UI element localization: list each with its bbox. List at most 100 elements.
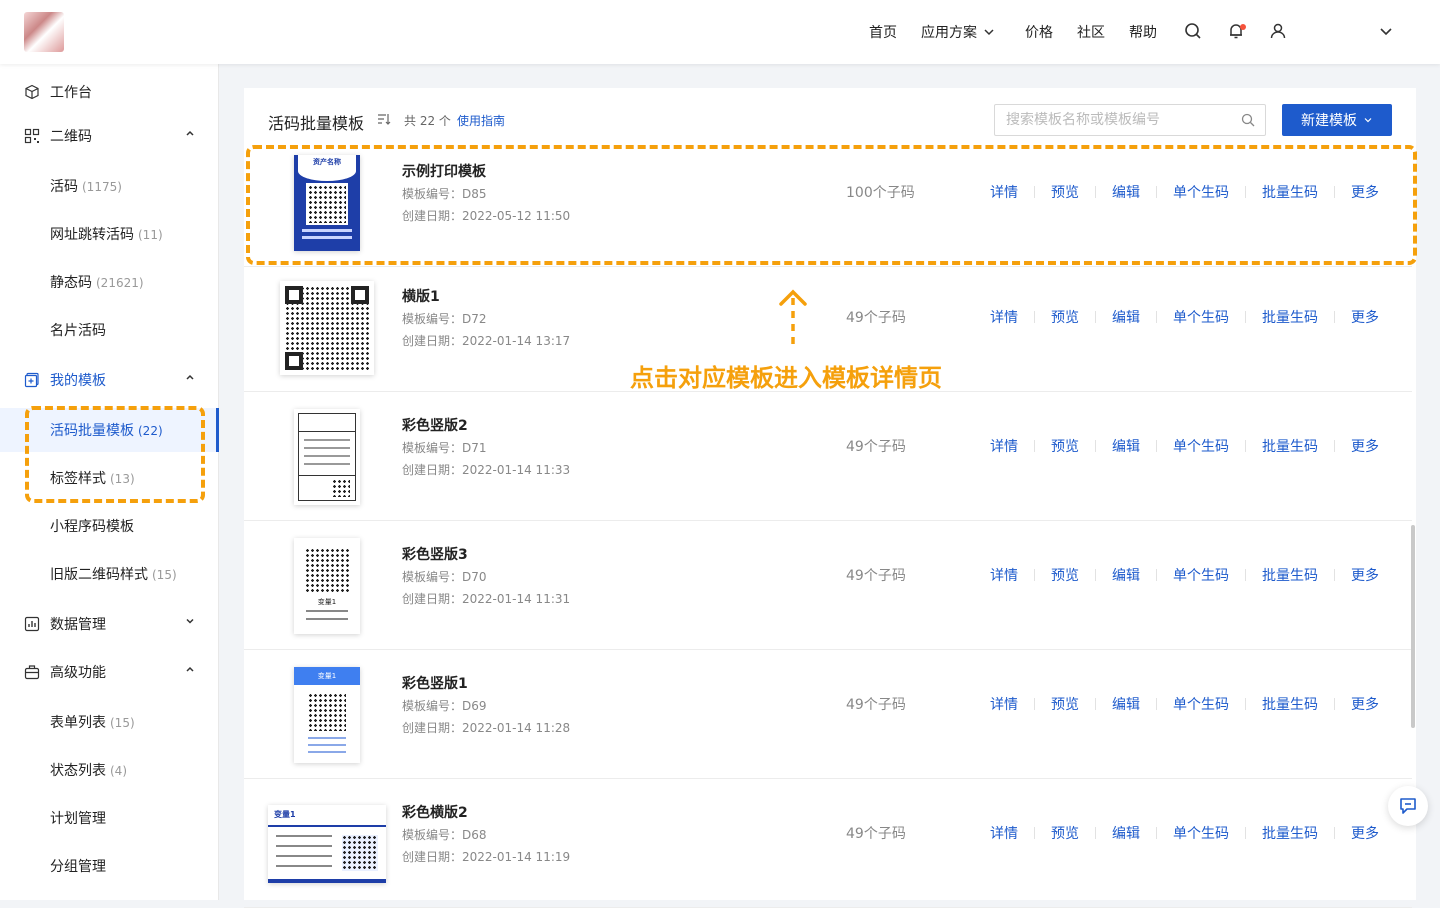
sidebar-item-qrcode[interactable]: 二维码 (0, 114, 219, 158)
preview-link[interactable]: 预览 (1051, 565, 1079, 585)
nav-pricing[interactable]: 价格 (1025, 22, 1053, 42)
template-thumbnail[interactable]: 变量1 (268, 805, 386, 883)
single-generate-link[interactable]: 单个生码 (1173, 307, 1229, 327)
sidebar-item-data-mgmt[interactable]: 数据管理 (0, 602, 219, 646)
detail-link[interactable]: 详情 (990, 307, 1018, 327)
sidebar-item-form-list[interactable]: 表单列表 (15) (0, 700, 219, 744)
single-generate-link[interactable]: 单个生码 (1173, 823, 1229, 843)
sidebar-item-label: 名片活码 (50, 323, 106, 339)
template-name: 彩色竖版2 (402, 418, 468, 434)
single-generate-link[interactable]: 单个生码 (1173, 436, 1229, 456)
active-indicator (216, 408, 219, 452)
table-row[interactable]: 彩色竖版2 模板编号：D71 创建日期：2022-01-14 11:33 49个… (244, 392, 1412, 521)
batch-generate-link[interactable]: 批量生码 (1262, 436, 1318, 456)
preview-link[interactable]: 预览 (1051, 182, 1079, 202)
detail-link[interactable]: 详情 (990, 823, 1018, 843)
account-chevron-down-icon[interactable] (1376, 21, 1396, 41)
preview-link[interactable]: 预览 (1051, 307, 1079, 327)
batch-generate-link[interactable]: 批量生码 (1262, 182, 1318, 202)
template-thumbnail[interactable]: 变量1 (294, 538, 360, 634)
qr-code-image (308, 693, 346, 731)
template-date: 创建日期：2022-01-14 11:28 (402, 721, 571, 735)
scrollbar[interactable] (1411, 525, 1415, 728)
preview-link[interactable]: 预览 (1051, 436, 1079, 456)
template-thumbnail[interactable]: 资产名称 (294, 155, 360, 251)
sidebar-item-count: (15) (152, 568, 177, 582)
more-link[interactable]: 更多 (1351, 436, 1379, 456)
sidebar-item-count: (1175) (82, 180, 122, 194)
sidebar-item-static-code[interactable]: 静态码 (21621) (0, 260, 219, 304)
nav-solutions[interactable]: 应用方案 (921, 22, 995, 42)
template-thumbnail[interactable] (280, 281, 374, 375)
sidebar-item-label: 静态码 (50, 275, 92, 291)
table-row[interactable]: 资产名称 示例打印模板 模板编号：D85 创建日期：2022-05-12 11:… (244, 138, 1412, 267)
sidebar-item-advanced[interactable]: 高级功能 (0, 650, 219, 694)
sidebar-item-label: 二维码 (50, 129, 92, 145)
nav-home[interactable]: 首页 (869, 22, 897, 42)
detail-link[interactable]: 详情 (990, 694, 1018, 714)
batch-generate-link[interactable]: 批量生码 (1262, 307, 1318, 327)
search-icon[interactable] (1241, 113, 1255, 127)
sidebar-item-plan-mgmt[interactable]: 计划管理 (0, 796, 219, 840)
edit-link[interactable]: 编辑 (1112, 823, 1140, 843)
sidebar-item-label-style[interactable]: 标签样式 (13) (0, 456, 219, 500)
table-row[interactable]: 变量1 彩色竖版3 模板编号：D70 创建日期：2022-01-14 11:31… (244, 521, 1412, 650)
briefcase-icon (24, 665, 40, 680)
sidebar-item-old-qr-style[interactable]: 旧版二维码样式 (15) (0, 552, 219, 596)
sidebar-item-label: 高级功能 (50, 665, 106, 681)
chat-button[interactable] (1388, 786, 1428, 826)
more-link[interactable]: 更多 (1351, 823, 1379, 843)
sidebar-item-mini-program[interactable]: 小程序码模板 (0, 504, 219, 548)
search-input[interactable] (995, 105, 1235, 135)
preview-link[interactable]: 预览 (1051, 823, 1079, 843)
guide-link[interactable]: 使用指南 (457, 112, 505, 129)
more-link[interactable]: 更多 (1351, 307, 1379, 327)
nav-help[interactable]: 帮助 (1129, 22, 1157, 42)
single-generate-link[interactable]: 单个生码 (1173, 694, 1229, 714)
detail-link[interactable]: 详情 (990, 182, 1018, 202)
avatar[interactable] (24, 12, 64, 52)
edit-link[interactable]: 编辑 (1112, 436, 1140, 456)
template-thumbnail[interactable] (294, 409, 360, 505)
sidebar-item-group-mgmt[interactable]: 分组管理 (0, 844, 219, 888)
new-template-button[interactable]: 新建模板 (1282, 104, 1392, 136)
subcode-count: 100个子码 (846, 185, 915, 201)
sidebar-item-card-code[interactable]: 名片活码 (0, 308, 219, 352)
nav-community[interactable]: 社区 (1077, 22, 1105, 42)
detail-link[interactable]: 详情 (990, 436, 1018, 456)
qr-code-image (332, 479, 350, 497)
sort-icon[interactable] (377, 112, 391, 126)
sidebar-item-workbench[interactable]: 工作台 (0, 70, 219, 114)
more-link[interactable]: 更多 (1351, 694, 1379, 714)
sidebar-item-live-code[interactable]: 活码 (1175) (0, 164, 219, 208)
sidebar-item-count: (13) (110, 472, 135, 486)
edit-link[interactable]: 编辑 (1112, 307, 1140, 327)
template-date: 创建日期：2022-01-14 11:31 (402, 592, 571, 606)
table-row[interactable]: 变量1 彩色竖版1 模板编号：D69 创建日期：2022-01-14 11:28… (244, 650, 1412, 779)
thumb-title: 资产名称 (298, 155, 356, 171)
table-row[interactable]: 变量1 彩色横版2 模板编号：D68 创建日期：2022-01-14 11:19… (244, 779, 1412, 908)
sidebar-item-status-list[interactable]: 状态列表 (4) (0, 748, 219, 792)
preview-link[interactable]: 预览 (1051, 694, 1079, 714)
search-icon[interactable] (1183, 21, 1203, 41)
batch-generate-link[interactable]: 批量生码 (1262, 823, 1318, 843)
template-name: 示例打印模板 (402, 164, 486, 180)
sidebar-item-label: 表单列表 (50, 715, 106, 731)
template-thumbnail[interactable]: 变量1 (294, 667, 360, 763)
edit-link[interactable]: 编辑 (1112, 694, 1140, 714)
sidebar-item-url-jump[interactable]: 网址跳转活码 (11) (0, 212, 219, 256)
detail-link[interactable]: 详情 (990, 565, 1018, 585)
top-bar: 首页 应用方案 价格 社区 帮助 (0, 0, 1440, 64)
edit-link[interactable]: 编辑 (1112, 182, 1140, 202)
single-generate-link[interactable]: 单个生码 (1173, 182, 1229, 202)
more-link[interactable]: 更多 (1351, 565, 1379, 585)
batch-generate-link[interactable]: 批量生码 (1262, 694, 1318, 714)
sidebar-item-batch-templates[interactable]: 活码批量模板 (22) (0, 408, 219, 452)
edit-link[interactable]: 编辑 (1112, 565, 1140, 585)
notification-dot (1240, 24, 1246, 30)
user-icon[interactable] (1268, 21, 1288, 41)
single-generate-link[interactable]: 单个生码 (1173, 565, 1229, 585)
sidebar-item-my-templates[interactable]: 我的模板 (0, 358, 219, 402)
more-link[interactable]: 更多 (1351, 182, 1379, 202)
batch-generate-link[interactable]: 批量生码 (1262, 565, 1318, 585)
